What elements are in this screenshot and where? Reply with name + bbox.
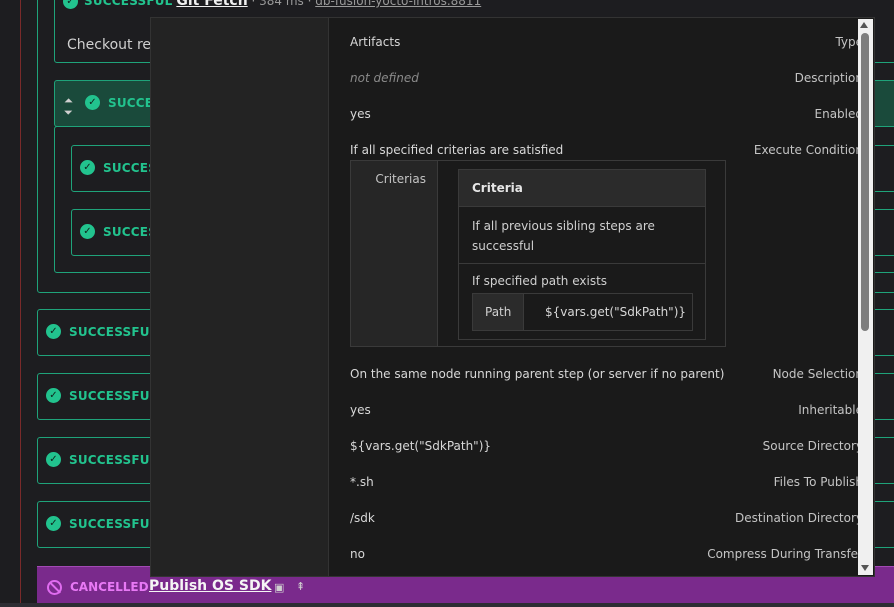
type-value: Artifacts: [350, 35, 401, 49]
status-label: SUCCES: [103, 225, 158, 239]
success-icon: ✓: [46, 324, 61, 339]
status-label: SUCCESSFUL: [69, 453, 158, 467]
destination-directory-value: /sdk: [350, 511, 375, 525]
scroll-down-arrow-icon[interactable]: [861, 565, 869, 571]
description-label: Description: [794, 71, 863, 85]
criteria-text: If all previous sibling steps are succes…: [472, 219, 655, 253]
step-meta: · 384 ms ·: [251, 0, 312, 8]
status-label: CANCELLED: [70, 580, 149, 594]
tree-icon[interactable]: ⇞: [296, 580, 305, 593]
criterias-label: Criterias: [375, 172, 426, 186]
compress-during-transfer-label: Compress During Transfer: [707, 547, 863, 561]
success-icon: ✓: [46, 388, 61, 403]
criteria-text: If specified path exists: [472, 274, 608, 288]
label-column: [151, 18, 329, 576]
condition-label-column: Criterias: [351, 161, 438, 346]
divider: [20, 0, 21, 607]
success-icon: ✓: [80, 224, 95, 239]
status-label: SUCCES: [103, 161, 158, 175]
path-key: Path: [485, 305, 512, 319]
inheritable-value: yes: [350, 403, 371, 417]
cancelled-icon: [47, 580, 62, 595]
status-label: SUCCE: [108, 96, 154, 110]
status-label: SUCCESSFUL: [69, 389, 158, 403]
condition-table: Criterias Criteria If all previous sibli…: [350, 160, 726, 347]
branch-link[interactable]: db-fusion-yocto-intros.8811: [315, 0, 481, 8]
criteria-table: Criteria If all previous sibling steps a…: [458, 169, 706, 340]
path-key-cell: Path: [473, 294, 524, 330]
popover-scrollbar[interactable]: [858, 19, 873, 575]
status-label: SUCCESSFUL: [84, 0, 173, 8]
node-selection-value: On the same node running parent step (or…: [350, 367, 725, 381]
enabled-label: Enabled: [814, 107, 864, 121]
files-to-publish-value: *.sh: [350, 475, 374, 489]
execute-condition-value: If all specified criterias are satisfied: [350, 143, 564, 157]
step-detail-popover: Type Artifacts Description not defined E…: [150, 17, 875, 577]
status-label: SUCCESSFUL: [69, 517, 158, 531]
type-label: Type: [835, 35, 863, 49]
success-icon: ✓: [46, 452, 61, 467]
log-icon[interactable]: ▣: [274, 581, 284, 594]
step-link-publish-os-sdk[interactable]: Publish OS SDK: [149, 578, 271, 594]
execute-condition-label: Execute Condition: [753, 143, 863, 157]
success-icon: ✓: [85, 95, 100, 110]
path-table: Path ${vars.get("SdkPath")}: [472, 293, 693, 331]
criteria-row: If specified path exists Path ${vars.get…: [459, 264, 705, 339]
status-label: SUCCESSFUL: [69, 325, 158, 339]
scroll-up-arrow-icon[interactable]: [860, 22, 868, 28]
status-strip: [0, 603, 894, 607]
enabled-value: yes: [350, 107, 371, 121]
source-directory-value: ${vars.get("SdkPath")}: [350, 439, 492, 453]
criteria-header: Criteria: [459, 170, 705, 207]
collapse-icon[interactable]: ⏶ ⏷: [64, 95, 73, 119]
step-link-git-fetch[interactable]: Git Fetch: [176, 0, 247, 9]
inheritable-label: Inheritable: [798, 403, 863, 417]
checkout-text: Checkout re: [67, 37, 152, 53]
step-header: SUCCESSFUL Git Fetch · 384 ms · db-fusio…: [60, 0, 481, 9]
files-to-publish-label: Files To Publish: [773, 475, 863, 489]
scroll-thumb[interactable]: [861, 33, 869, 331]
criteria-header-text: Criteria: [472, 181, 523, 195]
success-icon: ✓: [80, 160, 95, 175]
destination-directory-label: Destination Directory: [735, 511, 863, 525]
path-value: ${vars.get("SdkPath")}: [545, 305, 687, 319]
description-value: not defined: [350, 71, 419, 85]
source-directory-label: Source Directory: [762, 439, 863, 453]
compress-during-transfer-value: no: [350, 547, 365, 561]
success-icon: ✓: [46, 516, 61, 531]
criteria-row: If all previous sibling steps are succes…: [459, 207, 705, 264]
